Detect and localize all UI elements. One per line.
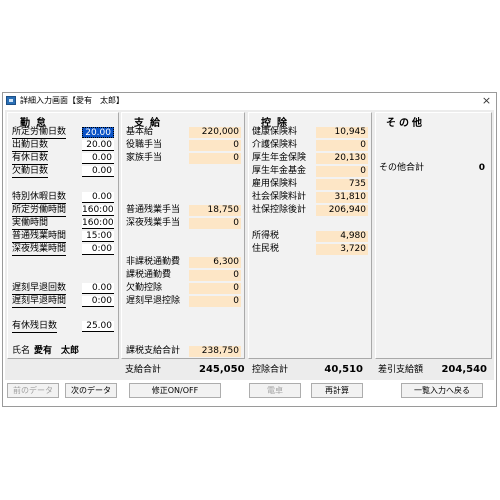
other-panel: その他 その他合計 0 bbox=[375, 112, 492, 359]
attendance-label: 所定労働日数 bbox=[12, 127, 67, 139]
other-total-label: その他合計 bbox=[379, 163, 425, 173]
other-total-value: 0 bbox=[478, 163, 485, 173]
late-early-hours-field[interactable]: 0:00 bbox=[82, 296, 114, 307]
after-social-insurance-field[interactable]: 206,940 bbox=[316, 205, 368, 216]
taxable-payment-total-field[interactable]: 238,750 bbox=[189, 346, 241, 357]
taxable-commute-field[interactable]: 0 bbox=[189, 270, 241, 281]
edit-toggle-button[interactable]: 修正ON/OFF bbox=[129, 383, 221, 398]
nontaxable-commute-field[interactable]: 6,300 bbox=[189, 257, 241, 268]
health-insurance-field[interactable]: 10,945 bbox=[316, 127, 368, 138]
night-overtime-allowance-field[interactable]: 0 bbox=[189, 218, 241, 229]
deduction-label: 社会保険料計 bbox=[252, 192, 307, 202]
scheduled-work-days-field[interactable]: 20.00 bbox=[82, 127, 114, 138]
payment-label: 基本給 bbox=[126, 127, 154, 137]
deduction-total-label: 控除合計 bbox=[252, 365, 289, 375]
payment-total-value: 245,050 bbox=[199, 364, 245, 375]
late-early-deduction-field[interactable]: 0 bbox=[189, 296, 241, 307]
deduction-label: 社保控除後計 bbox=[252, 205, 307, 215]
deduction-label: 所得税 bbox=[252, 231, 280, 241]
deduction-total-value: 40,510 bbox=[324, 364, 363, 375]
name-label: 氏名 bbox=[12, 346, 31, 356]
special-leave-days-field[interactable]: 0.00 bbox=[82, 192, 114, 203]
attendance-label: 特別休暇日数 bbox=[12, 192, 67, 204]
payment-label: 課税支給合計 bbox=[126, 346, 181, 356]
family-allowance-field[interactable]: 0 bbox=[189, 153, 241, 164]
attendance-label: 実働時間 bbox=[12, 218, 49, 230]
payment-label: 欠勤控除 bbox=[126, 283, 163, 293]
next-data-button[interactable]: 次のデータ bbox=[65, 383, 117, 398]
deduction-label: 住民税 bbox=[252, 244, 280, 254]
social-insurance-total-field[interactable]: 31,810 bbox=[316, 192, 368, 203]
deduction-label: 厚生年金保険 bbox=[252, 153, 307, 163]
attendance-label: 有休残日数 bbox=[12, 321, 58, 333]
previous-data-button[interactable]: 前のデータ bbox=[7, 383, 59, 398]
attendance-label: 普通残業時間 bbox=[12, 231, 67, 243]
recalculate-button[interactable]: 再計算 bbox=[311, 383, 363, 398]
income-tax-field[interactable]: 4,980 bbox=[316, 231, 368, 242]
overtime-hours-field[interactable]: 15:00 bbox=[82, 231, 114, 242]
payment-label: 非課税通勤費 bbox=[126, 257, 181, 267]
paid-leave-days-field[interactable]: 0.00 bbox=[82, 153, 114, 164]
payment-label: 役職手当 bbox=[126, 140, 163, 150]
attendance-label: 所定労働時間 bbox=[12, 205, 67, 217]
resident-tax-field[interactable]: 3,720 bbox=[316, 244, 368, 255]
window-title: 詳細入力画面【愛有 太郎】 bbox=[20, 96, 124, 105]
attendance-label: 出勤日数 bbox=[12, 140, 49, 152]
paid-leave-remaining-field[interactable]: 25.00 bbox=[82, 321, 114, 332]
deduction-label: 厚生年金基金 bbox=[252, 166, 307, 176]
payment-label: 普通残業手当 bbox=[126, 205, 181, 215]
back-to-list-button[interactable]: 一覧入力へ戻る bbox=[401, 383, 483, 398]
pension-fund-field[interactable]: 0 bbox=[316, 166, 368, 177]
scheduled-work-hours-field[interactable]: 160:00 bbox=[82, 205, 114, 216]
payment-total-label: 支給合計 bbox=[125, 365, 162, 375]
payment-label: 深夜残業手当 bbox=[126, 218, 181, 228]
other-header: その他 bbox=[386, 118, 425, 129]
deduction-label: 介護保険料 bbox=[252, 140, 298, 150]
night-overtime-hours-field[interactable]: 0:00 bbox=[82, 244, 114, 255]
attendance-label: 遅刻早退回数 bbox=[12, 283, 67, 295]
close-icon[interactable]: × bbox=[480, 94, 493, 107]
absence-days-field[interactable]: 0.00 bbox=[82, 166, 114, 177]
detail-input-window: 詳細入力画面【愛有 太郎】 × 勤怠 所定労働日数 20.00 出勤日数 20.… bbox=[2, 92, 497, 407]
payment-panel: 支給 基本給 220,000 役職手当 0 家族手当 0 普通残業手当 18,7… bbox=[121, 112, 245, 359]
employee-name: 愛有 太郎 bbox=[34, 346, 80, 356]
attendance-label: 深夜残業時間 bbox=[12, 244, 67, 256]
form-area: 勤怠 所定労働日数 20.00 出勤日数 20.00 有休日数 0.00 欠勤日… bbox=[5, 110, 494, 380]
late-early-count-field[interactable]: 0.00 bbox=[82, 283, 114, 294]
employment-insurance-field[interactable]: 735 bbox=[316, 179, 368, 190]
payment-label: 家族手当 bbox=[126, 153, 163, 163]
attendance-panel: 勤怠 所定労働日数 20.00 出勤日数 20.00 有休日数 0.00 欠勤日… bbox=[7, 112, 119, 359]
deduction-label: 雇用保険料 bbox=[252, 179, 298, 189]
attendance-label: 有休日数 bbox=[12, 153, 49, 165]
app-icon bbox=[6, 96, 16, 105]
attendance-label: 遅刻早退時間 bbox=[12, 296, 67, 308]
care-insurance-field[interactable]: 0 bbox=[316, 140, 368, 151]
actual-work-hours-field[interactable]: 160:00 bbox=[82, 218, 114, 229]
net-pay-value: 204,540 bbox=[441, 364, 487, 375]
net-pay-label: 差引支給額 bbox=[378, 365, 424, 375]
position-allowance-field[interactable]: 0 bbox=[189, 140, 241, 151]
pension-insurance-field[interactable]: 20,130 bbox=[316, 153, 368, 164]
payment-label: 遅刻早退控除 bbox=[126, 296, 181, 306]
deduction-label: 健康保険料 bbox=[252, 127, 298, 137]
overtime-allowance-field[interactable]: 18,750 bbox=[189, 205, 241, 216]
deduction-panel: 控除 健康保険料 10,945 介護保険料 0 厚生年金保険 20,130 厚生… bbox=[248, 112, 372, 359]
absence-deduction-field[interactable]: 0 bbox=[189, 283, 241, 294]
work-days-field[interactable]: 20.00 bbox=[82, 140, 114, 151]
base-salary-field[interactable]: 220,000 bbox=[189, 127, 241, 138]
calculator-button[interactable]: 電卓 bbox=[249, 383, 301, 398]
title-bar[interactable]: 詳細入力画面【愛有 太郎】 × bbox=[3, 93, 496, 109]
attendance-label: 欠勤日数 bbox=[12, 166, 49, 178]
payment-label: 課税通勤費 bbox=[126, 270, 172, 280]
